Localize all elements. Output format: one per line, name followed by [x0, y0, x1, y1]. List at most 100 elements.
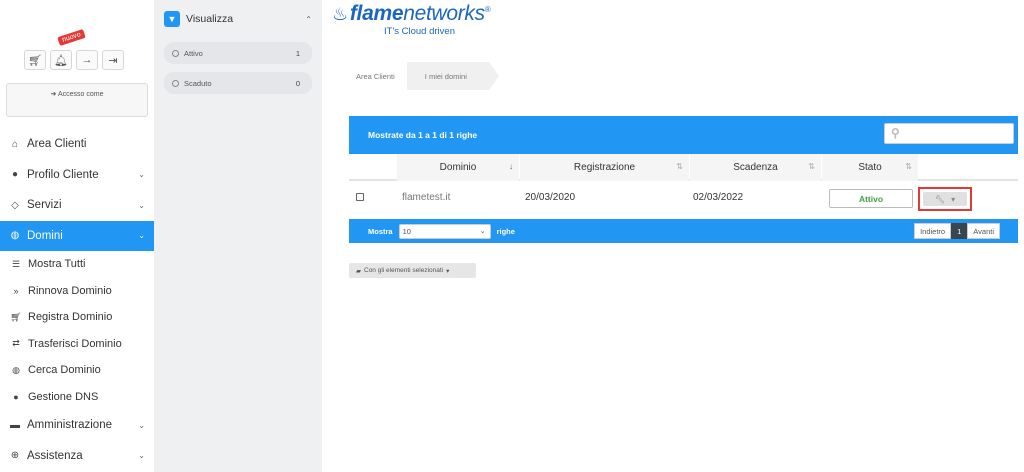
table-row: flametest.it 20/03/2020 02/03/2022 Attiv…: [349, 183, 1018, 213]
chevron-down-icon: ⌄: [138, 170, 145, 180]
globe-icon: ◍: [10, 230, 20, 242]
breadcrumb-miei-domini: I miei domini: [406, 62, 500, 90]
nav-label: Servizi: [27, 199, 62, 212]
logout-icon[interactable]: ⇥: [102, 50, 124, 70]
login-as-label: Accesso come: [57, 91, 104, 98]
filter-item-scaduto[interactable]: Scaduto 0: [164, 72, 312, 94]
col-label: Stato: [858, 162, 882, 173]
chevron-down-icon: ⌄: [479, 227, 486, 235]
brand-name-light: networks: [403, 2, 485, 25]
col-label: Scadenza: [733, 162, 778, 173]
top-icons: 🛒︎ 🔔︎ → ⇥: [24, 50, 124, 70]
radio-icon: [172, 79, 179, 87]
table-search-input[interactable]: ⚲: [884, 123, 1014, 144]
filter-header[interactable]: ▼ Visualizza ⌃: [154, 0, 322, 38]
nav-amministrazione[interactable]: ▬ Amministrazione ⌄: [0, 410, 154, 441]
double-chevron-right-icon: »: [13, 285, 19, 296]
col-dominio[interactable]: Dominio ↓: [397, 154, 519, 181]
sub-label: Mostra Tutti: [28, 258, 86, 271]
sort-icon: ⇅: [905, 162, 912, 171]
action-highlight: 🔧︎ ▾: [918, 187, 972, 211]
col-registrazione[interactable]: Registrazione ⇅: [520, 154, 689, 181]
nav-assistenza[interactable]: ⊕ Assistenza ⌄: [0, 441, 154, 472]
cart-plus-icon: 🛒︎: [10, 311, 22, 322]
sub-label: Cerca Dominio: [28, 364, 101, 377]
breadcrumb-area-clienti[interactable]: Area Clienti: [350, 62, 407, 90]
sidebar: nuovo 🛒︎ 🔔︎ → ⇥ ➜ Accesso come ⌂ Area Cl…: [0, 0, 154, 472]
search-icon: ⚲: [891, 126, 900, 140]
chevron-up-icon: ⌃: [305, 14, 312, 24]
domini-subnav: ☰ Mostra Tutti » Rinnova Dominio 🛒︎ Regi…: [0, 251, 154, 410]
globe-icon: ◍: [12, 364, 20, 375]
sub-trasferisci-dominio[interactable]: ⇄ Trasferisci Dominio: [0, 331, 154, 358]
wrench-icon: 🔧︎: [934, 194, 946, 204]
nav-bottom: ▬ Amministrazione ⌄ ⊕ Assistenza ⌄: [0, 410, 154, 471]
row-checkbox[interactable]: [356, 193, 364, 201]
map-pin-icon: ●: [13, 391, 19, 402]
status-badge: Attivo: [829, 189, 913, 208]
sort-icon: ⇅: [676, 162, 683, 171]
sub-cerca-dominio[interactable]: ◍ Cerca Dominio: [0, 357, 154, 384]
length-suffix: righe: [496, 226, 515, 236]
lifebuoy-icon: ⊕: [10, 450, 20, 462]
current-page-button[interactable]: 1: [951, 223, 968, 239]
sub-label: Registra Dominio: [28, 311, 113, 324]
main-nav: ⌂ Area Clienti ● Profilo Cliente ⌄ ◇ Ser…: [0, 129, 154, 471]
row-actions-dropdown[interactable]: 🔧︎ ▾: [923, 192, 967, 206]
col-label: Registrazione: [573, 162, 636, 173]
sub-rinnova-dominio[interactable]: » Rinnova Dominio: [0, 278, 154, 305]
nav-label: Assistenza: [27, 449, 83, 462]
sub-gestione-dns[interactable]: ● Gestione DNS: [0, 384, 154, 411]
brand-tagline: IT's Cloud driven: [384, 26, 455, 37]
length-prefix: Mostra: [368, 226, 393, 236]
home-icon: ⌂: [11, 138, 19, 150]
bulk-label: Con gli elementi selezionati: [364, 267, 444, 274]
chevron-down-icon: ⌄: [138, 231, 145, 241]
nav-profilo-cliente[interactable]: ● Profilo Cliente ⌄: [0, 160, 154, 191]
pagination: Indietro 1 Avanti: [914, 223, 1000, 239]
cell-registration: 20/03/2020: [525, 192, 576, 203]
nav-domini[interactable]: ◍ Domini ⌄: [0, 220, 154, 251]
login-as-box[interactable]: ➜ Accesso come: [6, 83, 148, 117]
col-scadenza[interactable]: Scadenza ⇅: [690, 154, 821, 181]
nav-servizi[interactable]: ◇ Servizi ⌄: [0, 190, 154, 221]
bulk-actions-button[interactable]: ▰ Con gli elementi selezionati ▾: [349, 263, 476, 278]
sub-label: Gestione DNS: [28, 390, 99, 403]
table-header: Dominio ↓ Registrazione ⇅ Scadenza ⇅ Sta…: [349, 154, 1018, 181]
arrow-right-icon[interactable]: →: [76, 50, 98, 70]
sort-desc-icon: ↓: [509, 162, 513, 171]
cell-domain[interactable]: flametest.it: [402, 192, 450, 203]
filter-label: Attivo: [184, 48, 203, 58]
funnel-icon: ▼: [164, 11, 180, 27]
next-page-button[interactable]: Avanti: [967, 223, 1000, 239]
caret-down-icon: ▾: [446, 267, 450, 275]
col-label: Dominio: [439, 162, 477, 173]
page-length-select[interactable]: 10 ⌄: [398, 223, 491, 239]
credit-card-icon: ▬: [10, 419, 20, 431]
filter-title: Visualizza: [186, 13, 234, 25]
prev-page-button[interactable]: Indietro: [914, 223, 952, 239]
brand-logo[interactable]: ♨flamenetworks® IT's Cloud driven: [332, 2, 491, 37]
cart-icon[interactable]: 🛒︎: [24, 50, 46, 70]
filter-count: 1: [295, 48, 300, 58]
sub-mostra-tutti[interactable]: ☰ Mostra Tutti: [0, 251, 154, 278]
brand-reg: ®: [484, 5, 491, 14]
chevron-down-icon: ⌄: [138, 420, 145, 430]
nav-label: Area Clienti: [27, 138, 87, 151]
folder-open-icon: ▰: [356, 267, 361, 275]
nav-label: Amministrazione: [27, 419, 112, 432]
nav-area-clienti[interactable]: ⌂ Area Clienti: [0, 129, 154, 160]
table-footer-bar: Mostra 10 ⌄ righe Indietro 1 Avanti: [349, 219, 1018, 243]
bell-icon[interactable]: 🔔︎: [50, 50, 72, 70]
col-stato[interactable]: Stato ⇅: [822, 154, 918, 181]
user-icon: ●: [11, 169, 19, 181]
filter-item-attivo[interactable]: Attivo 1: [164, 42, 312, 64]
filter-label: Scaduto: [184, 78, 212, 88]
sort-icon: ⇅: [808, 162, 815, 171]
sub-registra-dominio[interactable]: 🛒︎ Registra Dominio: [0, 304, 154, 331]
caret-down-icon: ▾: [951, 194, 956, 204]
list-icon: ☰: [11, 258, 21, 269]
filter-panel: ▼ Visualizza ⌃ Attivo 1 Scaduto 0: [154, 0, 322, 472]
chevron-down-icon: ⌄: [138, 200, 145, 210]
flame-icon: ♨: [332, 4, 348, 24]
